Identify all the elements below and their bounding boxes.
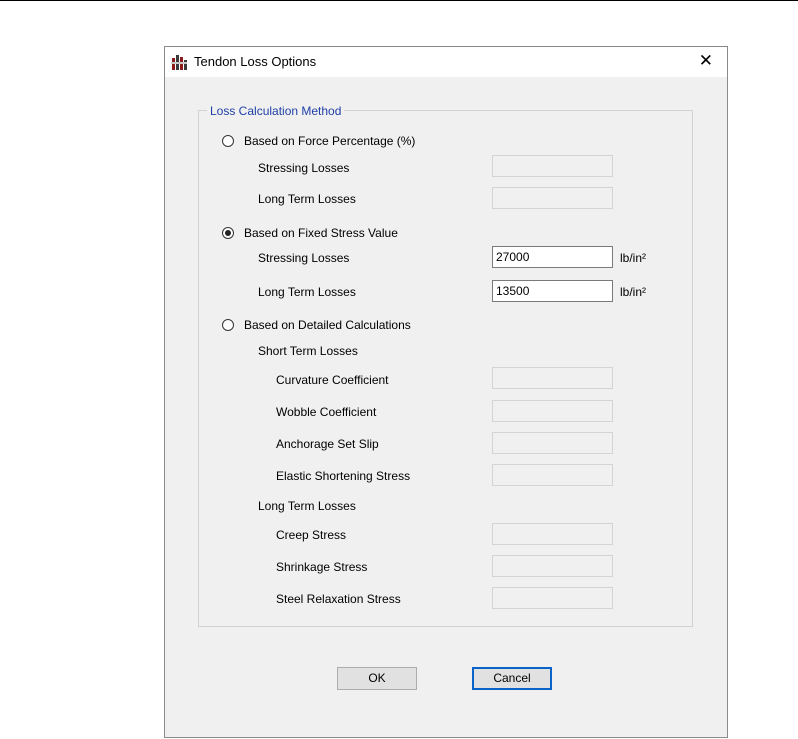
anchorage-input[interactable] [496,434,606,452]
radio-force-percentage[interactable] [222,135,234,147]
radio-fixed-stress[interactable] [222,227,234,239]
short-term-heading: Short Term Losses [258,344,358,358]
window-title: Tendon Loss Options [194,54,317,69]
anchorage-label: Anchorage Set Slip [276,437,379,451]
creep-input[interactable] [496,525,606,543]
ok-button[interactable]: OK [337,667,417,690]
curvature-label: Curvature Coefficient [276,373,389,387]
fp-stressing-losses-field[interactable] [492,155,613,177]
fs-long-term-losses-unit: lb/in² [620,285,647,299]
close-icon[interactable]: ✕ [699,52,713,69]
wobble-input[interactable] [496,402,606,420]
curvature-field[interactable] [492,367,613,389]
tendon-loss-options-dialog: Tendon Loss Options ✕ Loss Calculation M… [164,46,728,738]
fs-stressing-losses-label: Stressing Losses [258,251,350,265]
relaxation-label: Steel Relaxation Stress [276,592,401,606]
creep-label: Creep Stress [276,528,347,542]
shrinkage-field[interactable] [492,555,613,577]
fs-stressing-losses-unit: lb/in² [620,251,647,265]
fp-stressing-losses-input[interactable] [496,157,606,175]
wobble-field[interactable] [492,400,613,422]
elastic-input[interactable] [496,466,606,484]
fs-stressing-losses-field[interactable] [492,246,613,268]
cancel-button[interactable]: Cancel [472,667,552,690]
group-legend: Loss Calculation Method [207,104,345,118]
elastic-field[interactable] [492,464,613,486]
fs-long-term-losses-input[interactable] [496,282,606,300]
fs-long-term-losses-label: Long Term Losses [258,285,356,299]
radio-detailed-calculations[interactable] [222,319,234,331]
fixed-stress-label: Based on Fixed Stress Value [244,226,398,240]
relaxation-input[interactable] [496,589,606,607]
fs-long-term-losses-field[interactable] [492,280,613,302]
long-term-heading: Long Term Losses [258,499,356,513]
anchorage-field[interactable] [492,432,613,454]
loss-method-group [198,110,693,627]
fp-long-term-losses-field[interactable] [492,187,613,209]
structure-app-icon [171,55,187,70]
title-bar: Tendon Loss Options ✕ [165,47,727,77]
fs-stressing-losses-input[interactable] [496,248,606,266]
shrinkage-label: Shrinkage Stress [276,560,368,574]
shrinkage-input[interactable] [496,557,606,575]
force-percentage-label: Based on Force Percentage (%) [244,134,416,148]
creep-field[interactable] [492,523,613,545]
curvature-input[interactable] [496,369,606,387]
fp-stressing-losses-label: Stressing Losses [258,161,350,175]
top-divider [0,0,798,1]
fp-long-term-losses-input[interactable] [496,189,606,207]
relaxation-field[interactable] [492,587,613,609]
wobble-label: Wobble Coefficient [276,405,377,419]
fp-long-term-losses-label: Long Term Losses [258,192,356,206]
elastic-label: Elastic Shortening Stress [276,469,411,483]
detailed-label: Based on Detailed Calculations [244,318,411,332]
